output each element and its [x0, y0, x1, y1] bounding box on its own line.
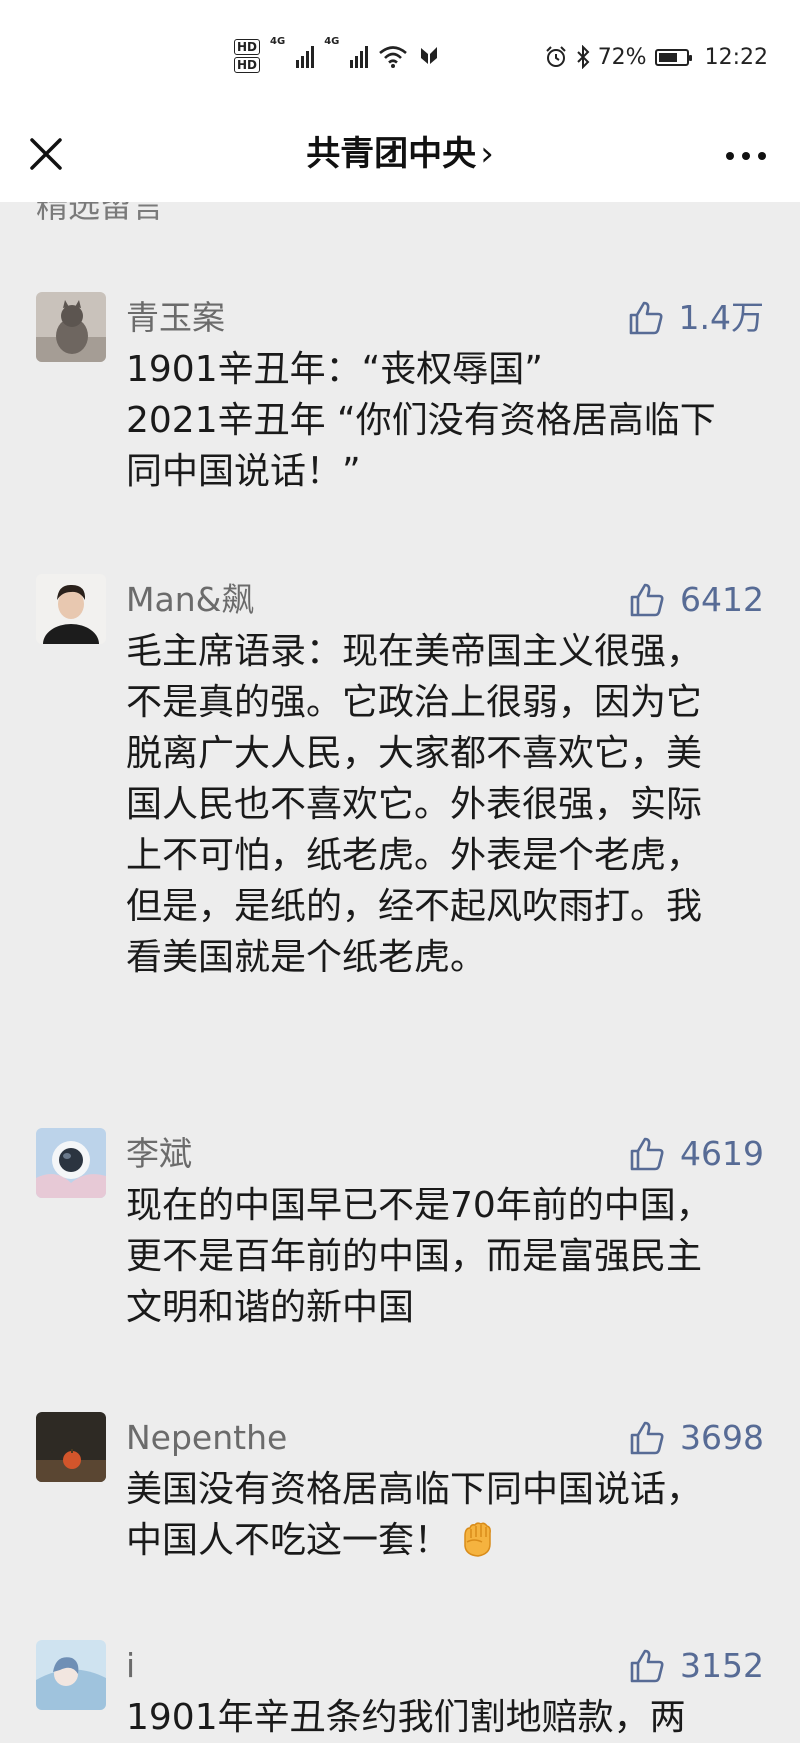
- comment-item: 李斌 4619 现在的中国早已不是70年前的中国，更不是百年前的中国，而是富强民…: [0, 1128, 800, 1348]
- commenter-name[interactable]: 青玉案: [126, 296, 225, 340]
- chevron-right-icon: ›: [480, 134, 494, 174]
- account-name: 共青团中央: [306, 134, 477, 174]
- comment-item: Man&飙 6412 毛主席语录：现在美帝国主义很强，不是真的强。它政治上很弱，…: [0, 574, 800, 1074]
- comment-text: 1901年辛丑条约我们割地赔款，两: [126, 1697, 686, 1738]
- avatar[interactable]: [36, 1640, 106, 1710]
- app-notification-icon: [421, 47, 438, 64]
- like-count: 6412: [680, 580, 764, 619]
- comment-text: 1901辛丑年：“丧权辱国” 2021辛丑年 “你们没有资格居高临下同中国说话！…: [126, 349, 716, 492]
- comment-text: 美国没有资格居高临下同中国说话，中国人不吃这一套！: [126, 1464, 736, 1566]
- thumbs-up-icon: [630, 1649, 664, 1683]
- like-count: 1.4万: [678, 298, 764, 337]
- like-count: 4619: [680, 1134, 764, 1173]
- commenter-name[interactable]: 李斌: [126, 1132, 192, 1176]
- commenter-name[interactable]: Nepenthe: [126, 1416, 287, 1460]
- like-button[interactable]: 6412: [628, 578, 764, 622]
- top-navigation-bar: 共青团中央 ›: [0, 112, 800, 202]
- still-life-avatar-image: [36, 1412, 106, 1482]
- bluetooth-icon: [576, 45, 590, 69]
- avatar[interactable]: [36, 292, 106, 362]
- comment-text: 现在的中国早已不是70年前的中国，更不是百年前的中国，而是富强民主文明和谐的新中…: [126, 1185, 712, 1328]
- commenter-name[interactable]: i: [126, 1644, 135, 1688]
- thumbs-up-icon: [630, 1421, 664, 1455]
- comment-text-body: 美国没有资格居高临下同中国说话，中国人不吃这一套！: [126, 1469, 703, 1561]
- signal-icon-1: [296, 44, 315, 68]
- alarm-icon: [545, 46, 566, 67]
- anime-avatar-image: [36, 1640, 106, 1710]
- account-title-link[interactable]: 共青团中央 ›: [0, 130, 800, 178]
- avatar[interactable]: [36, 1128, 106, 1198]
- cat-avatar-image: [36, 292, 106, 362]
- more-dots-icon: [726, 152, 734, 160]
- section-header: 精选留言: [36, 202, 336, 234]
- thumbs-up-icon: [630, 583, 664, 617]
- like-button[interactable]: 3152: [628, 1644, 764, 1688]
- thumbs-up-icon: [629, 301, 663, 335]
- avatar[interactable]: [36, 574, 106, 644]
- more-options-button[interactable]: [726, 152, 766, 160]
- comment-item: Nepenthe 3698 美国没有资格居高临下同中国说话，中国人不吃这一套！: [0, 1412, 800, 1582]
- network-indicators: HD HD 4G 4G: [234, 36, 440, 76]
- hd-badge-1: HD: [234, 39, 261, 55]
- wifi-icon: [379, 46, 408, 68]
- like-count: 3698: [680, 1418, 764, 1457]
- astronaut-avatar-image: [36, 1128, 106, 1198]
- section-header-label: 精选留言: [36, 202, 165, 225]
- network-type-1: 4G: [270, 36, 286, 47]
- like-count: 3152: [680, 1646, 764, 1685]
- battery-icon: [654, 48, 692, 66]
- battery-level: [658, 52, 678, 62]
- comment-text: 毛主席语录：现在美帝国主义很强，不是真的强。它政治上很弱，因为它脱离广大人民，大…: [126, 631, 703, 978]
- avatar[interactable]: [36, 1412, 106, 1482]
- signal-icon-2: [350, 44, 369, 68]
- comment-item: i 3152 1901年辛丑条约我们割地赔款，两: [0, 1640, 800, 1738]
- clock: 12:22: [704, 44, 768, 70]
- battery-percent: 72%: [597, 44, 647, 70]
- person-avatar-image: [36, 574, 106, 644]
- network-type-2: 4G: [324, 36, 340, 47]
- commenter-name[interactable]: Man&飙: [126, 578, 254, 622]
- hd-volte-icons: HD HD: [234, 39, 261, 73]
- raised-fist-emoji: [464, 1522, 491, 1557]
- hd-badge-2: HD: [234, 57, 261, 73]
- thumbs-up-icon: [630, 1137, 664, 1171]
- like-button[interactable]: 4619: [628, 1132, 764, 1176]
- system-indicators: 72% 12:22: [544, 40, 768, 74]
- like-button[interactable]: 1.4万: [627, 296, 764, 340]
- status-bar: HD HD 4G 4G 72% 12:22: [0, 0, 800, 112]
- comment-item: 青玉案 1.4万 1901辛丑年：“丧权辱国” 2021辛丑年 “你们没有资格居…: [0, 292, 800, 512]
- like-button[interactable]: 3698: [628, 1416, 764, 1460]
